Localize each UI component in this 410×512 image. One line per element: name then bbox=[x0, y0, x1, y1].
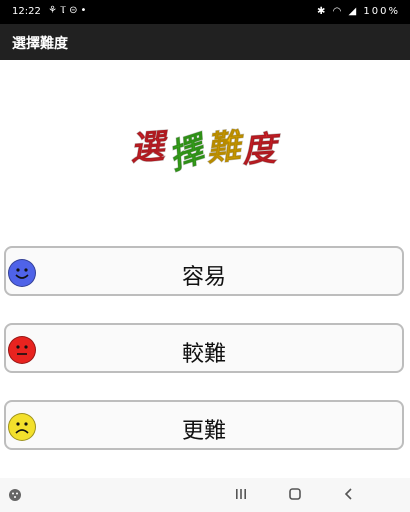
antenna-icon: Ⲧ bbox=[59, 5, 70, 16]
status-time: 12:22 bbox=[12, 6, 41, 17]
logo-char-4: 度 bbox=[240, 128, 278, 172]
bluetooth-icon: ✱ bbox=[317, 6, 328, 17]
app-bar: 選擇難度 bbox=[0, 24, 410, 60]
recent-apps-icon[interactable] bbox=[234, 486, 248, 505]
home-icon[interactable] bbox=[288, 486, 302, 505]
accessibility-icon[interactable] bbox=[8, 487, 22, 506]
battery-level: 100% bbox=[363, 6, 400, 17]
logo-char-2: 擇 bbox=[163, 129, 209, 179]
hardest-label: 更難 bbox=[181, 419, 226, 444]
easy-button[interactable]: 容易 bbox=[4, 246, 404, 296]
harder-button[interactable]: 較難 bbox=[4, 323, 404, 373]
app-title: 選擇難度 bbox=[12, 36, 68, 52]
back-icon[interactable] bbox=[342, 486, 356, 505]
notification-icon: ⚘ bbox=[48, 5, 60, 16]
hardest-button[interactable]: 更難 bbox=[4, 400, 404, 450]
status-icons: ⚘Ⲧ⊝• bbox=[48, 5, 89, 16]
system-nav-bar bbox=[0, 478, 410, 512]
title-logo: 選 擇 難 度 bbox=[128, 120, 280, 179]
logo-char-1: 選 bbox=[128, 126, 166, 170]
harder-label: 較難 bbox=[181, 342, 226, 367]
record-icon: ⊝ bbox=[69, 5, 81, 16]
signal-icon: ◢ bbox=[348, 6, 359, 17]
status-right: ✱ ◠ ◢ 100% bbox=[317, 6, 400, 17]
status-bar: 12:22 ⚘Ⲧ⊝• ✱ ◠ ◢ 100% bbox=[0, 0, 410, 24]
easy-label: 容易 bbox=[181, 265, 226, 290]
dot-icon: • bbox=[80, 5, 90, 16]
logo-char-3: 難 bbox=[204, 126, 243, 170]
wifi-icon: ◠ bbox=[332, 6, 344, 17]
